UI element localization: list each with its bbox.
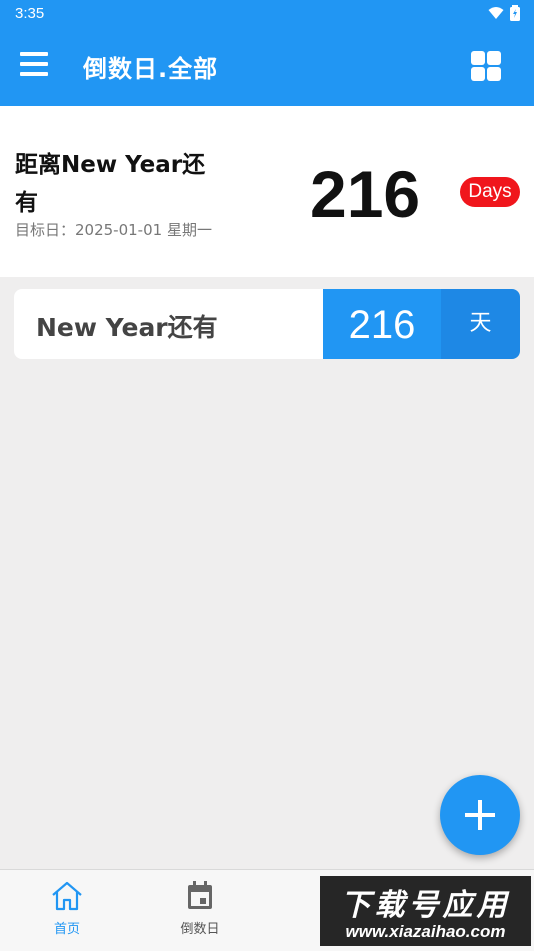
nav-item-countdown[interactable]: 倒数日	[150, 880, 250, 937]
status-bar: 3:35	[0, 0, 534, 28]
wifi-icon	[488, 7, 504, 19]
event-days-unit: 天	[441, 289, 520, 359]
watermark-title: 下载号应用	[340, 888, 511, 923]
watermark: 下载号应用 www.xiazaihao.com	[320, 876, 531, 946]
featured-days-count: 216	[310, 157, 421, 231]
calendar-icon	[188, 881, 212, 909]
menu-icon[interactable]	[20, 52, 48, 80]
watermark-url: www.xiazaihao.com	[345, 922, 506, 941]
event-label: New Year还有	[36, 313, 218, 342]
featured-countdown[interactable]: 距离New Year还有 目标日：2025-01-01 星期一 216 Days	[0, 106, 534, 277]
featured-title: 距离New Year还有	[15, 152, 206, 216]
grid-view-icon[interactable]	[471, 51, 501, 81]
featured-target-date: 目标日：2025-01-01 星期一	[15, 221, 212, 239]
nav-label-home: 首页	[53, 922, 80, 937]
event-days-count: 216	[323, 289, 441, 359]
page-title: 倒数日.全部	[83, 55, 219, 83]
days-badge: Days	[460, 177, 520, 207]
add-event-button[interactable]	[440, 775, 520, 855]
event-card[interactable]: New Year还有 216 天	[14, 289, 520, 359]
app-bar: 倒数日.全部	[0, 28, 534, 106]
status-icons	[488, 5, 520, 21]
nav-label-countdown: 倒数日	[180, 922, 220, 937]
home-icon	[52, 881, 82, 911]
nav-item-home[interactable]: 首页	[17, 880, 117, 937]
battery-icon	[510, 5, 520, 21]
status-time: 3:35	[15, 5, 45, 22]
